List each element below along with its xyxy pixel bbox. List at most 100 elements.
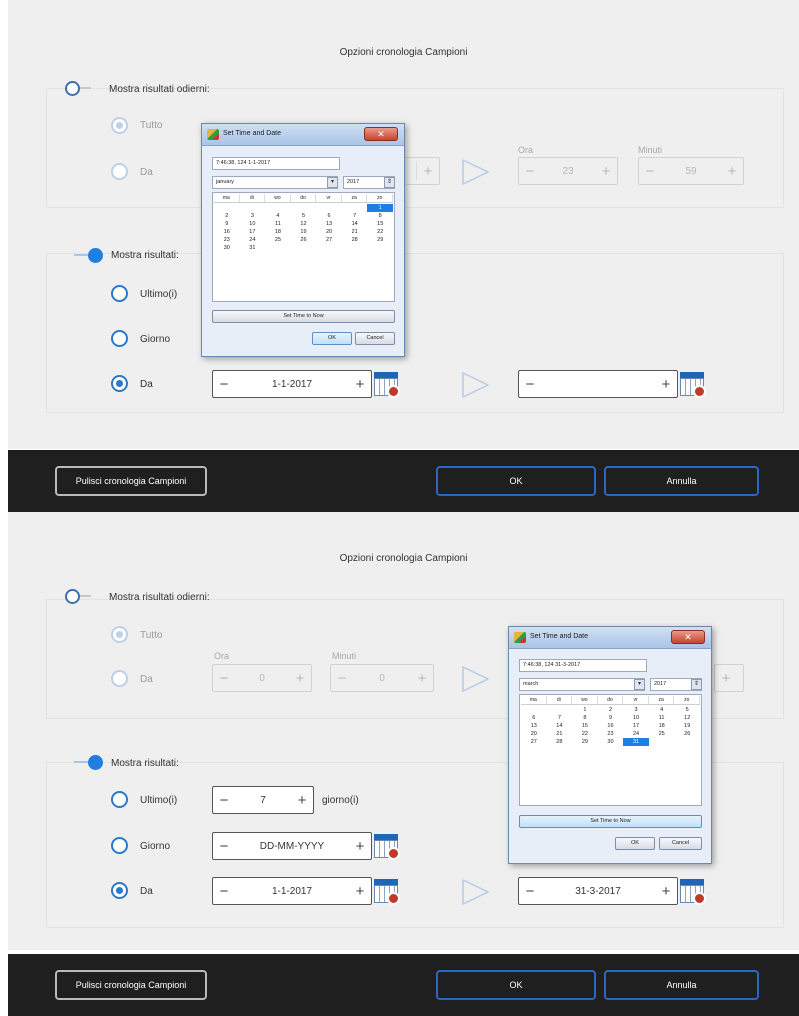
- close-button[interactable]: ✕: [364, 127, 398, 141]
- clear-history-button[interactable]: Pulisci cronologia Campioni: [55, 970, 207, 1000]
- month-calendar[interactable]: ma di wo do vr za zo 1 2 3 4 5 6 7 8 9 10 11 12 13 14 15 16 17…: [212, 192, 395, 302]
- to-minute-stepper[interactable]: +: [714, 664, 744, 692]
- calendar-day[interactable]: 13: [316, 220, 342, 228]
- radio-day[interactable]: [111, 330, 128, 347]
- ok-button[interactable]: OK: [436, 970, 596, 1000]
- month-combo[interactable]: january: [212, 176, 338, 189]
- dialog-ok-button[interactable]: OK: [312, 332, 352, 345]
- month-dropdown-button[interactable]: ▾: [327, 177, 338, 188]
- to-hour-stepper[interactable]: − 23 +: [518, 157, 618, 185]
- calendar-day[interactable]: 3: [623, 706, 649, 714]
- radio-all[interactable]: [111, 117, 128, 134]
- calendar-day[interactable]: 14: [547, 722, 573, 730]
- calendar-day[interactable]: 17: [240, 228, 266, 236]
- calendar-day[interactable]: 21: [342, 228, 368, 236]
- calendar-day[interactable]: 11: [649, 714, 675, 722]
- calendar-day[interactable]: 8: [367, 212, 393, 220]
- calendar-day[interactable]: 25: [649, 730, 675, 738]
- close-button[interactable]: ✕: [671, 630, 705, 644]
- radio-from-date[interactable]: [111, 882, 128, 899]
- calendar-day[interactable]: 31: [623, 738, 649, 746]
- calendar-day[interactable]: 27: [521, 738, 547, 746]
- year-spin-button[interactable]: ⇕: [691, 679, 702, 690]
- plus-button[interactable]: +: [721, 163, 743, 180]
- calendar-day[interactable]: 15: [572, 722, 598, 730]
- calendar-day[interactable]: 30: [214, 244, 240, 252]
- calendar-day[interactable]: 26: [674, 730, 700, 738]
- calendar-day[interactable]: 15: [367, 220, 393, 228]
- dialog-cancel-button[interactable]: Cancel: [659, 837, 702, 850]
- clear-history-button[interactable]: Pulisci cronologia Campioni: [55, 466, 207, 496]
- last-count-stepper[interactable]: − 7 +: [212, 786, 314, 814]
- calendar-day[interactable]: 24: [623, 730, 649, 738]
- plus-button[interactable]: +: [715, 670, 737, 687]
- calendar-day[interactable]: 30: [598, 738, 624, 746]
- calendar-day[interactable]: 6: [316, 212, 342, 220]
- day-date-stepper[interactable]: − DD-MM-YYYY +: [212, 832, 372, 860]
- calendar-day[interactable]: 31: [240, 244, 266, 252]
- calendar-day[interactable]: 24: [240, 236, 266, 244]
- plus-button[interactable]: +: [349, 376, 371, 393]
- datetime-field[interactable]: 7:46:38, 124 1-1-2017: [212, 157, 340, 170]
- minus-button[interactable]: −: [213, 838, 235, 855]
- minus-button[interactable]: −: [213, 792, 235, 809]
- calendar-day[interactable]: 5: [674, 706, 700, 714]
- calendar-clock-icon[interactable]: [374, 372, 400, 398]
- minus-button[interactable]: −: [519, 376, 541, 393]
- plus-button[interactable]: +: [417, 163, 439, 180]
- minus-button[interactable]: −: [331, 670, 353, 687]
- minus-button[interactable]: −: [213, 376, 235, 393]
- set-time-to-now-button[interactable]: Set Time to Now: [212, 310, 395, 323]
- dialog-ok-button[interactable]: OK: [615, 837, 655, 850]
- calendar-day[interactable]: 18: [649, 722, 675, 730]
- day-grid[interactable]: 1 2 3 4 5 6 7 8 9 10 11 12 13 14 15 16 17 18 19 20 21 22 23 24 2…: [214, 204, 393, 252]
- calendar-day[interactable]: 22: [572, 730, 598, 738]
- plus-button[interactable]: +: [655, 376, 677, 393]
- calendar-day[interactable]: 12: [291, 220, 317, 228]
- calendar-day[interactable]: 23: [214, 236, 240, 244]
- calendar-day[interactable]: 23: [598, 730, 624, 738]
- ok-button[interactable]: OK: [436, 466, 596, 496]
- calendar-day[interactable]: 12: [674, 714, 700, 722]
- calendar-day[interactable]: 16: [214, 228, 240, 236]
- from-date-stepper[interactable]: − 1-1-2017 +: [212, 370, 372, 398]
- to-date-stepper[interactable]: − +: [518, 370, 678, 398]
- calendar-day[interactable]: 14: [342, 220, 368, 228]
- calendar-day[interactable]: 5: [291, 212, 317, 220]
- from-hour-stepper[interactable]: − 0 +: [212, 664, 312, 692]
- plus-button[interactable]: +: [349, 838, 371, 855]
- datetime-field[interactable]: 7:46:38, 124 31-3-2017: [519, 659, 647, 672]
- calendar-day[interactable]: 4: [265, 212, 291, 220]
- radio-day[interactable]: [111, 837, 128, 854]
- minus-button[interactable]: −: [213, 883, 235, 900]
- cancel-button[interactable]: Annulla: [604, 466, 759, 496]
- calendar-day[interactable]: 20: [521, 730, 547, 738]
- calendar-day[interactable]: 28: [547, 738, 573, 746]
- calendar-day[interactable]: 2: [214, 212, 240, 220]
- month-calendar[interactable]: ma di wo do vr za zo 1 2 3 4 5 6 7 8 9 10 11 12 13 14 15 16 17…: [519, 694, 702, 806]
- calendar-day[interactable]: 1: [367, 204, 393, 212]
- calendar-day[interactable]: 29: [572, 738, 598, 746]
- minus-button[interactable]: −: [519, 163, 541, 180]
- calendar-day[interactable]: 13: [521, 722, 547, 730]
- plus-button[interactable]: +: [349, 883, 371, 900]
- calendar-day[interactable]: 19: [674, 722, 700, 730]
- cancel-button[interactable]: Annulla: [604, 970, 759, 1000]
- calendar-day[interactable]: 21: [547, 730, 573, 738]
- plus-button[interactable]: +: [595, 163, 617, 180]
- minus-button[interactable]: −: [639, 163, 661, 180]
- radio-last[interactable]: [111, 285, 128, 302]
- to-minute-stepper[interactable]: − 59 +: [638, 157, 744, 185]
- calendar-day[interactable]: 18: [265, 228, 291, 236]
- calendar-day[interactable]: 25: [265, 236, 291, 244]
- calendar-day[interactable]: 28: [342, 236, 368, 244]
- set-time-to-now-button[interactable]: Set Time to Now: [519, 815, 702, 828]
- calendar-day[interactable]: 22: [367, 228, 393, 236]
- calendar-day[interactable]: 2: [598, 706, 624, 714]
- calendar-day[interactable]: 1: [572, 706, 598, 714]
- minus-button[interactable]: −: [213, 670, 235, 687]
- calendar-day[interactable]: 20: [316, 228, 342, 236]
- day-grid[interactable]: 1 2 3 4 5 6 7 8 9 10 11 12 13 14 15 16 17 18 19 20 21 22 23 24 2…: [521, 706, 700, 746]
- calendar-day[interactable]: 19: [291, 228, 317, 236]
- month-dropdown-button[interactable]: ▾: [634, 679, 645, 690]
